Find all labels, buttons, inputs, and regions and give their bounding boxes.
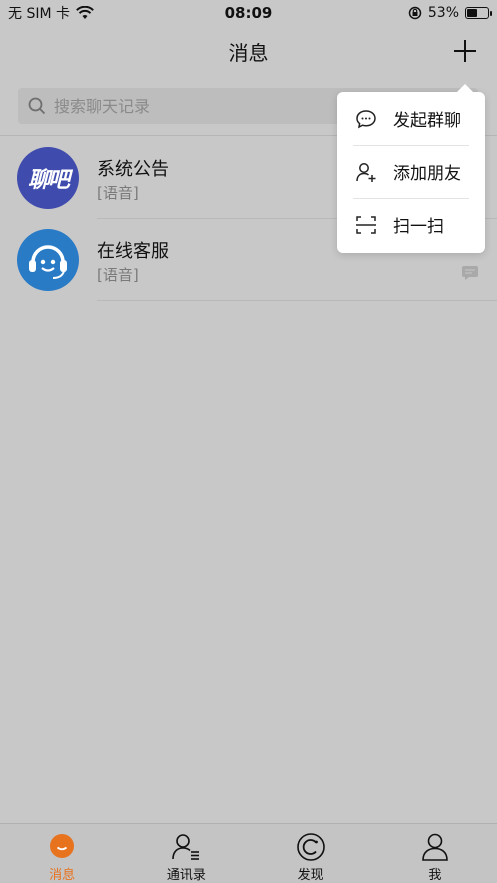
menu-item-label: 添加朋友 xyxy=(393,164,461,184)
chat-preview: [语音] xyxy=(97,184,139,202)
menu-item-scan[interactable]: 扫一扫 xyxy=(337,198,485,251)
status-right: 53% xyxy=(408,5,492,21)
tab-label: 消息 xyxy=(49,868,76,883)
plus-icon xyxy=(454,40,476,62)
menu-item-label: 发起群聊 xyxy=(393,111,461,131)
avatar: 聊吧 xyxy=(17,147,79,209)
battery-percent: 53% xyxy=(427,5,459,21)
tab-messages[interactable]: 消息 xyxy=(0,824,124,883)
page-title: 消息 xyxy=(228,40,269,65)
chat-bubble-icon xyxy=(355,108,377,130)
carrier-label: 无 SIM 卡 xyxy=(8,6,70,22)
chat-name: 系统公告 xyxy=(97,159,169,180)
wifi-icon xyxy=(76,6,94,19)
tab-label: 我 xyxy=(428,868,442,883)
contacts-icon xyxy=(171,832,201,862)
scan-icon xyxy=(355,214,377,236)
menu-item-label: 扫一扫 xyxy=(393,217,444,237)
rotation-lock-icon xyxy=(408,6,422,20)
chat-name: 在线客服 xyxy=(97,241,169,262)
tab-me[interactable]: 我 xyxy=(373,824,497,883)
message-bubble-icon xyxy=(462,266,478,280)
message-icon xyxy=(47,832,77,862)
battery-level xyxy=(467,9,477,17)
tab-contacts[interactable]: 通讯录 xyxy=(124,824,248,883)
menu-item-start-group-chat[interactable]: 发起群聊 xyxy=(337,92,485,145)
avatar-logo-text: 聊吧 xyxy=(27,168,70,193)
status-bar: 无 SIM 卡 08:09 53% xyxy=(0,0,497,26)
tab-label: 发现 xyxy=(297,868,324,883)
status-left: 无 SIM 卡 xyxy=(8,3,94,23)
bottom-tab-bar: 消息 通讯录 发现 我 xyxy=(0,823,497,883)
battery-icon xyxy=(465,7,492,19)
profile-icon xyxy=(420,832,450,862)
tab-label: 通讯录 xyxy=(166,868,206,883)
add-user-icon xyxy=(355,161,377,183)
add-button[interactable] xyxy=(451,37,479,65)
headset-agent-icon xyxy=(29,245,67,279)
search-icon xyxy=(28,97,46,115)
tab-discover[interactable]: 发现 xyxy=(249,824,373,883)
menu-item-add-friend[interactable]: 添加朋友 xyxy=(337,145,485,198)
nav-bar: 消息 xyxy=(0,26,497,76)
avatar xyxy=(17,229,79,291)
chat-preview: [语音] xyxy=(97,266,139,284)
row-divider xyxy=(97,300,497,301)
discover-icon xyxy=(296,832,326,862)
add-popup-menu: 发起群聊 添加朋友 扫一扫 xyxy=(337,84,485,253)
